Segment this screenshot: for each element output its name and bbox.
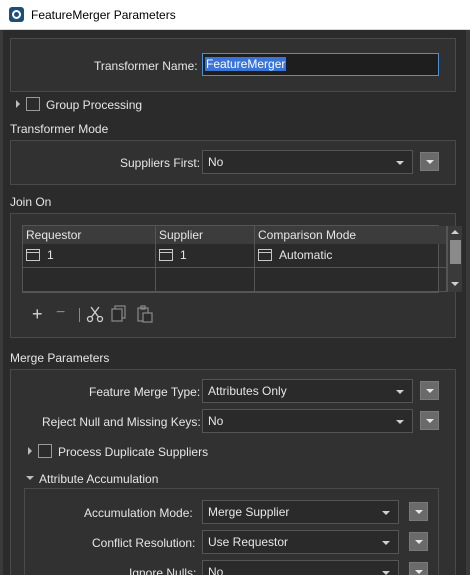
- ignore-nulls-label: Ignore Nulls:: [129, 566, 197, 575]
- left-edge: [0, 30, 3, 575]
- chevron-down-icon: [396, 390, 404, 394]
- feature-merge-type-select[interactable]: Attributes Only: [202, 379, 413, 403]
- remove-icon[interactable]: −: [56, 304, 65, 322]
- table-empty-cell[interactable]: [156, 268, 255, 292]
- chevron-down-icon: [382, 541, 390, 545]
- attribute-icon: [159, 249, 173, 261]
- right-edge: [466, 30, 470, 575]
- toolbar-separator: [79, 308, 80, 322]
- process-duplicate-expand-icon[interactable]: [28, 447, 32, 455]
- table-cell-comparison-mode[interactable]: Automatic: [255, 244, 447, 268]
- feature-merge-type-menu-button[interactable]: [420, 381, 439, 400]
- attribute-icon: [258, 249, 272, 261]
- conflict-resolution-value: Use Requestor: [208, 535, 289, 549]
- ignore-nulls-menu-button[interactable]: [409, 562, 428, 575]
- feature-merge-type-value: Attributes Only: [208, 384, 287, 398]
- ignore-nulls-select[interactable]: No: [202, 560, 399, 575]
- ignore-nulls-value: No: [208, 565, 224, 575]
- chevron-down-icon: [396, 161, 404, 165]
- reject-null-label: Reject Null and Missing Keys:: [42, 415, 201, 429]
- merge-parameters-title: Merge Parameters: [10, 351, 110, 365]
- group-processing-label: Group Processing: [46, 98, 143, 112]
- group-processing-checkbox[interactable]: [26, 97, 40, 111]
- accumulation-mode-value: Merge Supplier: [208, 505, 290, 519]
- table-empty-cell[interactable]: [255, 268, 447, 292]
- transformer-name-input[interactable]: FeatureMerger: [202, 53, 439, 76]
- accumulation-mode-menu-button[interactable]: [409, 502, 428, 521]
- paste-icon[interactable]: [136, 305, 154, 323]
- conflict-resolution-select[interactable]: Use Requestor: [202, 530, 399, 554]
- attribute-accumulation-title: Attribute Accumulation: [39, 472, 159, 486]
- accumulation-mode-label: Accumulation Mode:: [84, 506, 193, 520]
- chevron-down-icon: [382, 511, 390, 515]
- window-title: FeatureMerger Parameters: [31, 8, 176, 22]
- chevron-down-icon: [396, 420, 404, 424]
- window-titlebar: FeatureMerger Parameters: [0, 0, 470, 30]
- table-scrollbar[interactable]: [447, 226, 462, 292]
- reject-null-select[interactable]: No: [202, 409, 413, 433]
- scroll-thumb[interactable]: [450, 240, 461, 264]
- add-icon[interactable]: +: [32, 304, 43, 325]
- feature-merge-type-label: Feature Merge Type:: [89, 385, 201, 399]
- scroll-up-icon[interactable]: [451, 230, 459, 234]
- table-empty-cell[interactable]: [23, 268, 156, 292]
- suppliers-first-value: No: [208, 155, 224, 169]
- suppliers-first-label: Suppliers First:: [120, 156, 201, 170]
- cut-icon[interactable]: [86, 305, 104, 323]
- column-header-requestor[interactable]: Requestor: [23, 226, 156, 244]
- table-cell-supplier[interactable]: 1: [156, 244, 255, 268]
- group-processing-expand-icon[interactable]: [16, 100, 20, 108]
- suppliers-first-menu-button[interactable]: [420, 152, 439, 171]
- join-on-table: Requestor Supplier Comparison Mode 1 1 A…: [22, 225, 462, 293]
- column-header-supplier[interactable]: Supplier: [156, 226, 255, 244]
- join-on-title: Join On: [10, 195, 52, 209]
- scroll-down-icon[interactable]: [451, 282, 459, 286]
- accumulation-mode-select[interactable]: Merge Supplier: [202, 500, 399, 524]
- chevron-down-icon: [382, 571, 390, 575]
- table-cell-requestor[interactable]: 1: [23, 244, 156, 268]
- app-icon: [9, 7, 24, 22]
- column-header-comparison-mode[interactable]: Comparison Mode: [255, 226, 447, 244]
- conflict-resolution-label: Conflict Resolution:: [92, 536, 196, 550]
- attribute-icon: [26, 249, 40, 261]
- transformer-name-label: Transformer Name:: [94, 59, 198, 73]
- reject-null-value: No: [208, 414, 224, 428]
- suppliers-first-select[interactable]: No: [202, 150, 413, 174]
- reject-null-menu-button[interactable]: [420, 411, 439, 430]
- process-duplicate-label: Process Duplicate Suppliers: [58, 445, 209, 459]
- transformer-mode-title: Transformer Mode: [10, 122, 109, 136]
- process-duplicate-checkbox[interactable]: [38, 444, 52, 458]
- conflict-resolution-menu-button[interactable]: [409, 532, 428, 551]
- transformer-name-value: FeatureMerger: [205, 57, 287, 71]
- copy-icon[interactable]: [111, 305, 127, 323]
- attribute-accumulation-collapse-icon[interactable]: [26, 476, 34, 480]
